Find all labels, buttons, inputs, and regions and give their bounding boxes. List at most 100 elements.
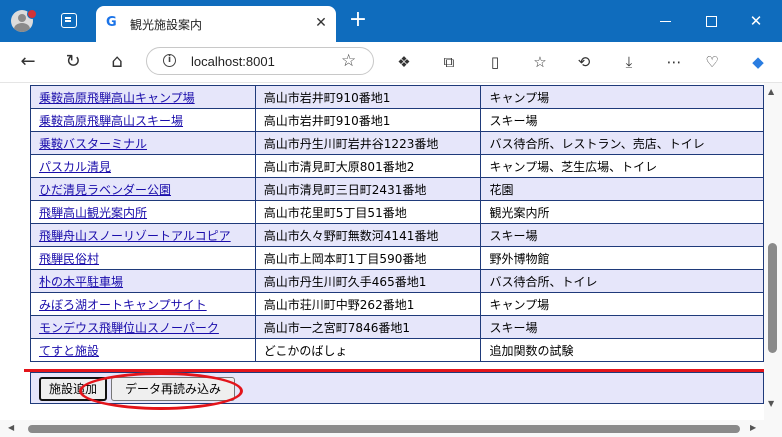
facility-table-container: 乗鞍高原飛騨高山キャンプ場 高山市岩井町910番地1 キャンプ場 乗鞍高原飛騨高山スキ…: [30, 85, 764, 362]
facility-address-cell: 高山市丹生川町岩井谷1223番地: [254, 131, 482, 155]
heart-health-icon[interactable]: ♡: [702, 52, 722, 72]
plus-icon[interactable]: +: [347, 9, 369, 32]
facility-name-cell: みぼろ湖オートキャンプサイト: [30, 292, 256, 316]
facility-name-cell: 乗鞍高原飛騨高山スキー場: [30, 108, 256, 132]
table-row: 乗鞍バスターミナル 高山市丹生川町岩井谷1223番地 バス待合所、レストラン、売店、…: [30, 131, 764, 155]
facility-services-cell: 追加関数の試験: [480, 338, 764, 362]
favicon-icon: G: [106, 15, 117, 30]
address-bar[interactable]: i localhost:8001 ☆: [146, 47, 374, 75]
facility-services-cell: キャンプ場、芝生広場、トイレ: [480, 154, 764, 178]
table-row: 飛騨舟山スノーリゾートアルコピア 高山市久々野町無数河4141番地 スキー場: [30, 223, 764, 247]
facility-name-cell: 乗鞍バスターミナル: [30, 131, 256, 155]
facility-services-cell: 観光案内所: [480, 200, 764, 224]
avatar-head: [18, 14, 26, 22]
table-row: 乗鞍高原飛騨高山スキー場 高山市岩井町910番地1 スキー場: [30, 108, 764, 132]
table-row: パスカル清見 高山市清見町大原801番地2 キャンプ場、芝生広場、トイレ: [30, 154, 764, 178]
facility-name-link[interactable]: 飛騨高山観光案内所: [39, 206, 147, 220]
download-icon[interactable]: ⤓: [619, 52, 639, 72]
facility-name-cell: てすと施設: [30, 338, 256, 362]
facility-name-cell: 乗鞍高原飛騨高山キャンプ場: [30, 85, 256, 109]
extension-icon[interactable]: ❖: [394, 52, 414, 72]
facility-name-link[interactable]: モンデウス飛騨位山スノーパーク: [39, 321, 219, 335]
close-icon[interactable]: ✕: [312, 14, 330, 32]
facility-address-cell: 高山市岩井町910番地1: [254, 108, 482, 132]
facility-name-link[interactable]: 飛騨民俗村: [39, 252, 99, 266]
annotation-underline: [24, 369, 768, 372]
facility-address-cell: 高山市荘川町中野262番地1: [254, 292, 482, 316]
minimize-icon[interactable]: [655, 10, 677, 32]
reload-data-button[interactable]: データ再読み込み: [111, 377, 235, 401]
window-close-icon[interactable]: ✕: [745, 10, 767, 32]
table-row: みぼろ湖オートキャンプサイト 高山市荘川町中野262番地1 キャンプ場: [30, 292, 764, 316]
vertical-scrollbar[interactable]: ▲ ▼: [764, 83, 782, 420]
more-options-icon[interactable]: ⋯: [664, 52, 684, 72]
scroll-right-icon[interactable]: ▶: [750, 423, 756, 432]
table-row: ひだ清見ラベンダー公園 高山市清見町三日町2431番地 花園: [30, 177, 764, 201]
scroll-down-icon[interactable]: ▼: [768, 399, 774, 408]
facility-address-cell: 高山市久々野町無数河4141番地: [254, 223, 482, 247]
facility-name-link[interactable]: 飛騨舟山スノーリゾートアルコピア: [39, 229, 231, 243]
facility-address-cell: 高山市岩井町910番地1: [254, 85, 482, 109]
star-icon[interactable]: ☆: [341, 51, 356, 71]
reload-icon[interactable]: ↻: [62, 51, 84, 73]
table-row: 朴の木平駐車場 高山市丹生川町久手465番地1 バス待合所、トイレ: [30, 269, 764, 293]
facility-services-cell: スキー場: [480, 223, 764, 247]
facility-address-cell: どこかのばしょ: [254, 338, 482, 362]
copilot-icon[interactable]: ◆: [748, 52, 768, 72]
facility-address-cell: 高山市上岡本町1丁目590番地: [254, 246, 482, 270]
address-toolbar: ← ↻ ⌂ i localhost:8001 ☆ ❖ ⧉ ▯ ☆ ⟲ ⤓ ⋯ ♡…: [0, 42, 782, 83]
favorites-icon[interactable]: ☆: [530, 52, 550, 72]
facility-table: 乗鞍高原飛騨高山キャンプ場 高山市岩井町910番地1 キャンプ場 乗鞍高原飛騨高山スキ…: [30, 85, 764, 362]
tab-title: 観光施設案内: [130, 18, 203, 32]
facility-name-link[interactable]: 朴の木平駐車場: [39, 275, 123, 289]
table-row: 飛騨高山観光案内所 高山市花里町5丁目51番地 観光案内所: [30, 200, 764, 224]
facility-name-link[interactable]: みぼろ湖オートキャンプサイト: [39, 298, 207, 312]
table-row: 乗鞍高原飛騨高山キャンプ場 高山市岩井町910番地1 キャンプ場: [30, 85, 764, 109]
facility-address-cell: 高山市丹生川町久手465番地1: [254, 269, 482, 293]
split-screen-icon[interactable]: ▯: [485, 52, 505, 72]
facility-name-link[interactable]: ひだ清見ラベンダー公園: [39, 183, 171, 197]
facility-name-cell: 飛騨舟山スノーリゾートアルコピア: [30, 223, 256, 247]
maximize-icon[interactable]: [700, 10, 722, 32]
extensions-puzzle-icon[interactable]: ⧉: [439, 52, 459, 72]
facility-name-cell: 飛騨高山観光案内所: [30, 200, 256, 224]
facility-services-cell: バス待合所、レストラン、売店、トイレ: [480, 131, 764, 155]
back-arrow-icon[interactable]: ←: [17, 51, 39, 73]
horizontal-scroll-thumb[interactable]: [28, 425, 740, 433]
url-text[interactable]: localhost:8001: [191, 54, 275, 69]
facility-name-link[interactable]: 乗鞍高原飛騨高山スキー場: [39, 114, 183, 128]
facility-address-cell: 高山市清見町大原801番地2: [254, 154, 482, 178]
facility-services-cell: 花園: [480, 177, 764, 201]
facility-address-cell: 高山市花里町5丁目51番地: [254, 200, 482, 224]
facility-services-cell: スキー場: [480, 108, 764, 132]
scroll-left-icon[interactable]: ◀: [8, 423, 14, 432]
scroll-up-icon[interactable]: ▲: [768, 87, 774, 96]
facility-services-cell: 野外博物館: [480, 246, 764, 270]
add-facility-button[interactable]: 施設追加: [39, 377, 107, 401]
vertical-scroll-thumb[interactable]: [768, 243, 777, 353]
facility-name-link[interactable]: てすと施設: [39, 344, 99, 358]
facility-address-cell: 高山市一之宮町7846番地1: [254, 315, 482, 339]
facility-name-cell: ひだ清見ラベンダー公園: [30, 177, 256, 201]
facility-services-cell: キャンプ場: [480, 292, 764, 316]
facility-address-cell: 高山市清見町三日町2431番地: [254, 177, 482, 201]
info-icon[interactable]: i: [163, 54, 176, 67]
table-row: てすと施設 どこかのばしょ 追加関数の試験: [30, 338, 764, 362]
facility-services-cell: バス待合所、トイレ: [480, 269, 764, 293]
home-icon[interactable]: ⌂: [106, 51, 128, 73]
avatar-body: [14, 23, 30, 32]
table-row: 飛騨民俗村 高山市上岡本町1丁目590番地 野外博物館: [30, 246, 764, 270]
tab-actions-icon[interactable]: [61, 13, 77, 28]
history-icon[interactable]: ⟲: [574, 52, 594, 72]
active-tab[interactable]: G 観光施設案内 ✕: [96, 6, 336, 42]
facility-name-link[interactable]: 乗鞍バスターミナル: [39, 137, 147, 151]
facility-name-link[interactable]: パスカル清見: [39, 160, 111, 174]
browser-tab-strip: G 観光施設案内 ✕ + ✕: [0, 0, 782, 42]
notification-dot: [27, 9, 37, 19]
facility-name-cell: パスカル清見: [30, 154, 256, 178]
action-row: 施設追加 データ再読み込み: [30, 372, 764, 404]
table-row: モンデウス飛騨位山スノーパーク 高山市一之宮町7846番地1 スキー場: [30, 315, 764, 339]
facility-name-link[interactable]: 乗鞍高原飛騨高山キャンプ場: [39, 91, 195, 105]
facility-services-cell: キャンプ場: [480, 85, 764, 109]
horizontal-scrollbar[interactable]: ◀ ▶: [0, 420, 782, 437]
